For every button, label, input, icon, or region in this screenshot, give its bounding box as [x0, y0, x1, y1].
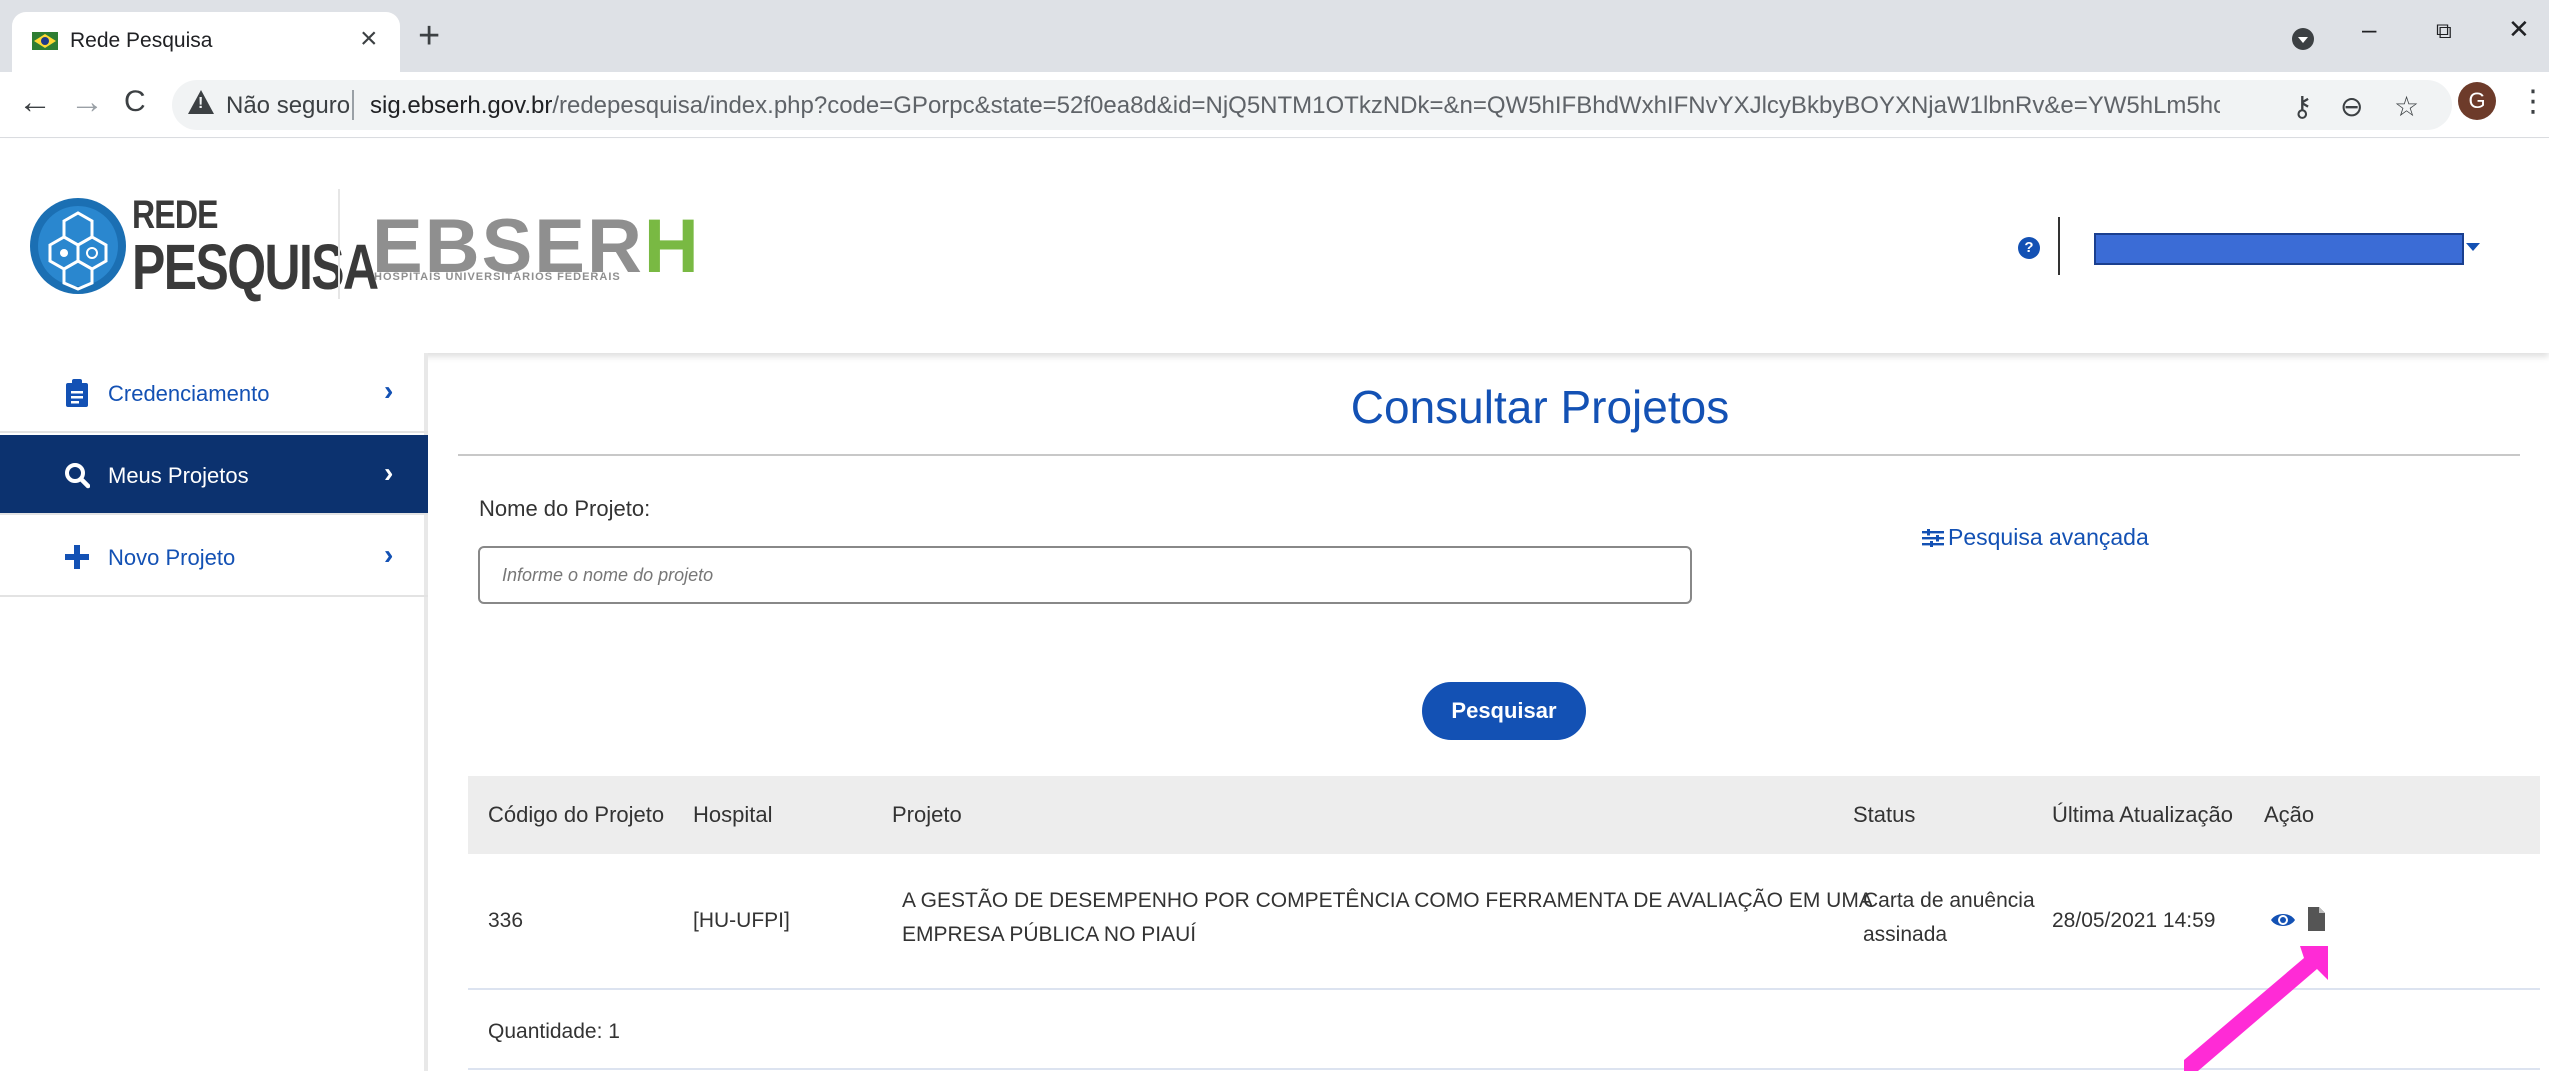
sidebar-item-credenciamento[interactable]: Credenciamento › [0, 353, 428, 433]
cell-atualizacao: 28/05/2021 14:59 [2052, 909, 2216, 932]
sidebar-item-meus-projetos[interactable]: Meus Projetos › [0, 435, 428, 515]
warning-icon [188, 90, 214, 114]
restore-button[interactable]: ⧉ [2436, 18, 2452, 44]
address-bar[interactable]: Não seguro sig.ebserh.gov.br/redepesquis… [172, 80, 2452, 130]
browser-tab[interactable]: Rede Pesquisa × [12, 12, 400, 72]
browser-tabstrip: Rede Pesquisa × + – ⧉ ✕ [0, 0, 2549, 72]
column-header-status[interactable]: Status [1853, 802, 1915, 828]
site-header: REDE PESQUISA EBSERH HOSPITAIS UNIVERSIT… [0, 139, 2549, 353]
close-window-button[interactable]: ✕ [2508, 14, 2530, 45]
logo-divider [338, 189, 340, 299]
cell-codigo: 336 [488, 909, 524, 932]
column-header-hospital[interactable]: Hospital [693, 802, 772, 828]
sliders-icon [1922, 529, 1944, 547]
ebserh-subtitle: HOSPITAIS UNIVERSITÁRIOS FEDERAIS [374, 271, 621, 283]
new-tab-button[interactable]: + [418, 17, 440, 55]
cell-hospital: [HU-UFPI] [693, 909, 790, 932]
sidebar-item-label: Novo Projeto [108, 545, 236, 570]
profile-menu-icon[interactable] [2292, 28, 2314, 50]
search-icon [65, 463, 90, 489]
table-header: Código do Projeto Hospital Projeto Statu… [468, 776, 2540, 854]
zoom-icon[interactable]: ⊖ [2340, 90, 2363, 123]
chevron-right-icon: › [384, 539, 394, 570]
project-name-label: Nome do Projeto: [479, 496, 651, 521]
sidebar-item-label: Meus Projetos [108, 463, 249, 488]
help-icon[interactable]: ? [2018, 237, 2040, 259]
sidebar: Credenciamento › Meus Projetos › Novo Pr… [0, 353, 428, 1071]
search-button[interactable]: Pesquisar [1422, 682, 1586, 740]
result-count: Quantidade: 1 [488, 1020, 620, 1043]
rede-pesquisa-logo-icon[interactable] [28, 191, 128, 301]
column-header-acao: Ação [2264, 802, 2315, 827]
avatar[interactable]: G [2458, 82, 2496, 120]
cell-status: Carta de anuência assinada [1863, 889, 2035, 946]
url-separator [352, 90, 354, 120]
column-header-codigo[interactable]: Código do Projeto [488, 802, 664, 828]
user-menu[interactable] [2094, 233, 2464, 265]
back-button[interactable]: ← [18, 84, 52, 120]
security-label[interactable]: Não seguro [226, 92, 350, 120]
title-divider [458, 454, 2520, 456]
header-divider [2058, 217, 2060, 275]
chevron-right-icon: › [384, 457, 394, 488]
tab-title: Rede Pesquisa [70, 29, 213, 52]
sidebar-item-label: Credenciamento [108, 381, 270, 406]
browser-toolbar: ← → C Não seguro sig.ebserh.gov.br/redep… [0, 72, 2549, 138]
advanced-search-label: Pesquisa avançada [1948, 524, 2149, 550]
browser-menu-icon[interactable]: ⋮ [2518, 84, 2548, 119]
page-title: Consultar Projetos [1350, 381, 1730, 433]
project-name-input[interactable] [478, 546, 1692, 604]
minimize-button[interactable]: – [2362, 14, 2376, 45]
reload-button[interactable]: C [124, 84, 146, 120]
advanced-search-link[interactable]: Pesquisa avançada [1922, 524, 2149, 551]
column-header-atualizacao[interactable]: Última Atualização [2052, 802, 2233, 828]
document-icon[interactable] [2306, 906, 2326, 932]
bookmark-star-icon[interactable]: ☆ [2394, 90, 2419, 123]
key-icon[interactable]: ⚷ [2292, 90, 2313, 123]
tab-close-icon[interactable]: × [360, 24, 378, 54]
sidebar-item-novo-projeto[interactable]: Novo Projeto › [0, 517, 428, 597]
brazil-flag-icon [32, 32, 58, 50]
column-header-projeto[interactable]: Projeto [892, 802, 962, 828]
eye-icon[interactable] [2270, 910, 2296, 930]
plus-icon [65, 545, 89, 569]
user-menu-caret-icon[interactable] [2466, 243, 2480, 251]
cell-projeto: A GESTÃO DE DESEMPENHO POR COMPETÊNCIA C… [902, 889, 1873, 946]
forward-button[interactable]: → [70, 84, 104, 120]
url-text[interactable]: sig.ebserh.gov.br/redepesquisa/index.php… [370, 92, 2220, 120]
annotation-arrow-icon [2184, 946, 2328, 1071]
chevron-right-icon: › [384, 375, 394, 406]
clipboard-icon [66, 379, 88, 407]
